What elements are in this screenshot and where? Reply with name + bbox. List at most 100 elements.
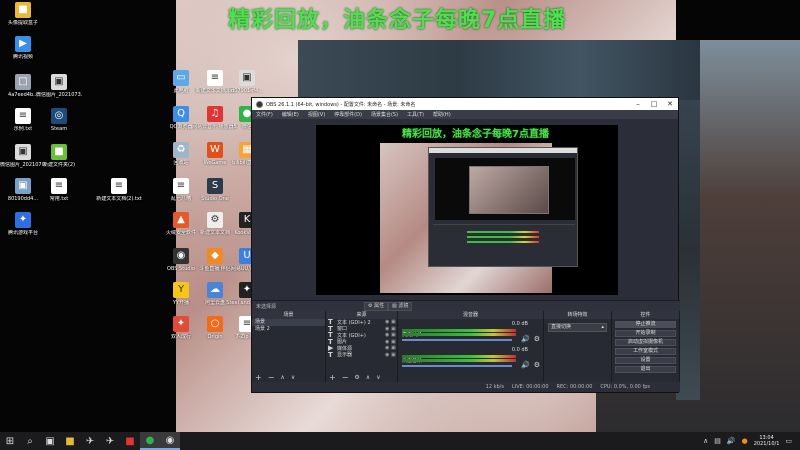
source-item-label: 显示器: [337, 352, 353, 359]
obs-window[interactable]: OBS 26.1.1 (64-bit, windows) - 配置文件: 未命名…: [251, 97, 680, 393]
desktop-icon-label: 新建文本文档(2).txt: [96, 196, 142, 202]
desktop-icon-label: 腾讯视频: [12, 54, 33, 60]
speaker-icon[interactable]: 🔊: [521, 335, 530, 343]
obs-menu-item[interactable]: 文件(F): [256, 111, 273, 118]
desktop-icon[interactable]: ◎ Steam: [36, 108, 82, 132]
task-view-icon[interactable]: ▣: [40, 432, 60, 450]
transitions-dock: 转场特效 直接切换 ▴: [544, 311, 612, 382]
obs-menu-item[interactable]: 编辑(E): [282, 111, 299, 118]
obs-preview-canvas[interactable]: 精彩回放，油条念子每晚7点直播: [316, 125, 618, 295]
search-icon[interactable]: ⌕: [20, 432, 40, 450]
obs-status-bar: 12 kb/s LIVE: 00:00:00 REC: 00:00:00 CPU…: [252, 382, 680, 392]
clock[interactable]: 13:04 2021/10/1: [754, 435, 780, 447]
image-icon: ▣: [239, 70, 255, 86]
settings-icon: ⚙: [207, 212, 223, 228]
obs-menu-item[interactable]: 帮助(H): [433, 111, 451, 118]
red-app-taskbar-icon[interactable]: ■: [120, 432, 140, 450]
wegame-icon: W: [207, 142, 223, 158]
start-windows-icon[interactable]: ⊞: [0, 432, 20, 450]
move-up-icon[interactable]: ∧: [280, 374, 284, 381]
mixer-title: 混音器: [398, 311, 543, 319]
browser-icon: Q: [173, 106, 189, 122]
image-icon: ▣: [15, 178, 31, 194]
file-explorer-icon[interactable]: ■: [60, 432, 80, 450]
desktop-icon[interactable]: ▣ d07901ef4...: [224, 70, 270, 94]
folder-icon: ■: [15, 2, 31, 18]
lock-icon[interactable]: ▣: [391, 345, 397, 351]
notification-icon[interactable]: ▭: [785, 437, 792, 445]
steam-taskbar-icon[interactable]: ✈: [80, 432, 100, 450]
obs-app-icon: [256, 100, 263, 108]
desktop-volume-slider[interactable]: [402, 365, 512, 367]
file-icon: □: [15, 74, 31, 90]
lock-icon[interactable]: ▣: [391, 319, 397, 325]
app-tray-icon[interactable]: ●: [742, 437, 748, 445]
wechat-taskbar-icon[interactable]: ●: [140, 432, 160, 450]
add-source-icon[interactable]: +: [329, 373, 336, 382]
desktop-icon[interactable]: ✦ 腾讯游戏平台: [0, 212, 46, 236]
game-icon: ✦: [15, 212, 31, 228]
desktop-icon[interactable]: ■ 新建文件夹(2): [36, 144, 82, 168]
mixer-channel-mic: 麦克风/Aux 0.0 dB 🔊 ⚙: [402, 321, 542, 346]
transition-select[interactable]: 直接切换 ▴: [548, 323, 607, 332]
filters-button[interactable]: ▧ 滤镜: [388, 302, 413, 311]
volume-icon[interactable]: 🔊: [727, 437, 736, 445]
obs-menu-item[interactable]: 工具(T): [407, 111, 424, 118]
mic-volume-slider[interactable]: [402, 339, 512, 341]
transitions-title: 转场特效: [544, 311, 611, 319]
gear-icon[interactable]: ⚙: [534, 361, 540, 369]
desktop-icon[interactable]: ▣ 微信图片_2021073...: [36, 74, 82, 98]
lock-icon[interactable]: ▣: [391, 352, 397, 358]
control-button[interactable]: 工作室模式: [615, 348, 676, 355]
minimize-icon[interactable]: –: [630, 98, 646, 110]
remove-source-icon[interactable]: −: [342, 373, 349, 382]
scene-item[interactable]: 场景: [252, 319, 325, 326]
properties-button[interactable]: ⚙ 属性: [364, 302, 389, 311]
control-button[interactable]: 开始录制: [615, 330, 676, 337]
obs-menu-item[interactable]: 场景集合(S): [371, 111, 398, 118]
lock-icon[interactable]: ▣: [391, 339, 397, 345]
desktop-icon[interactable]: ≡ 新建文本文档(2).txt: [96, 178, 142, 202]
obs-taskbar-icon[interactable]: ◉: [160, 432, 180, 450]
obs-menu-item[interactable]: 停靠部件(D): [334, 111, 362, 118]
scene-list: 场景 场景 2: [252, 319, 325, 333]
scenes-dock: 场景 场景 场景 2 + − ∧ ∨: [252, 311, 326, 382]
scene-item[interactable]: 场景 2: [252, 326, 325, 333]
add-scene-icon[interactable]: +: [255, 373, 262, 382]
desktop-icon-label: 腾讯游戏平台: [7, 230, 38, 236]
desktop-icon-label: Studio One: [201, 196, 229, 202]
obs-titlebar[interactable]: OBS 26.1.1 (64-bit, windows) - 配置文件: 未命名…: [252, 98, 678, 110]
control-button[interactable]: 停止推流: [615, 321, 676, 328]
taskbar: ⊞ ⌕ ▣ ■ ✈ ✈ ■ ● ◉ ∧ ▤ 🔊 ● 13:04 2021/10/…: [0, 432, 800, 450]
cloud-icon: ☁: [207, 282, 223, 298]
desktop-icon[interactable]: ▶ 腾讯视频: [0, 36, 46, 60]
text-file-icon: ≡: [207, 70, 223, 86]
speaker-icon[interactable]: 🔊: [521, 361, 530, 369]
text-file-icon: ≡: [173, 178, 189, 194]
lock-icon[interactable]: ▣: [391, 332, 397, 338]
desktop-icon[interactable]: ≡ 常用.txt: [36, 178, 82, 202]
lock-icon[interactable]: ▣: [391, 326, 397, 332]
chevron-up-icon[interactable]: ∧: [703, 437, 708, 445]
game-taskbar-icon[interactable]: ✈: [100, 432, 120, 450]
control-list: 停止推流开始录制启动虚拟摄像机 工作室模式设置退出: [612, 321, 679, 373]
source-up-icon[interactable]: ∧: [366, 374, 370, 381]
desktop-icon[interactable]: S Studio One: [192, 178, 238, 202]
source-down-icon[interactable]: ∨: [376, 374, 380, 381]
no-source-label: 未选择源: [256, 303, 277, 310]
gear-icon[interactable]: ⚙: [534, 335, 540, 343]
remove-scene-icon[interactable]: −: [268, 373, 275, 382]
desktop-icon-label: 常用.txt: [49, 196, 69, 202]
control-button[interactable]: 设置: [615, 357, 676, 364]
desktop-icon[interactable]: ■ 头像提取盒子: [0, 2, 46, 26]
obs-menubar: 文件(F) 编辑(E) 视图(V) 停靠部件(D) 场景集合(S) 工具(T) 帮助(H): [252, 110, 678, 119]
source-settings-icon[interactable]: ⚙: [354, 374, 359, 381]
control-button[interactable]: 退出: [615, 366, 676, 373]
source-item[interactable]: T 显示器 ◉ ▣: [326, 351, 397, 359]
close-icon[interactable]: ✕: [662, 98, 678, 110]
maximize-icon[interactable]: □: [646, 98, 662, 110]
control-button[interactable]: 启动虚拟摄像机: [615, 339, 676, 346]
move-down-icon[interactable]: ∨: [291, 374, 295, 381]
network-icon[interactable]: ▤: [714, 437, 721, 445]
obs-menu-item[interactable]: 视图(V): [308, 111, 325, 118]
